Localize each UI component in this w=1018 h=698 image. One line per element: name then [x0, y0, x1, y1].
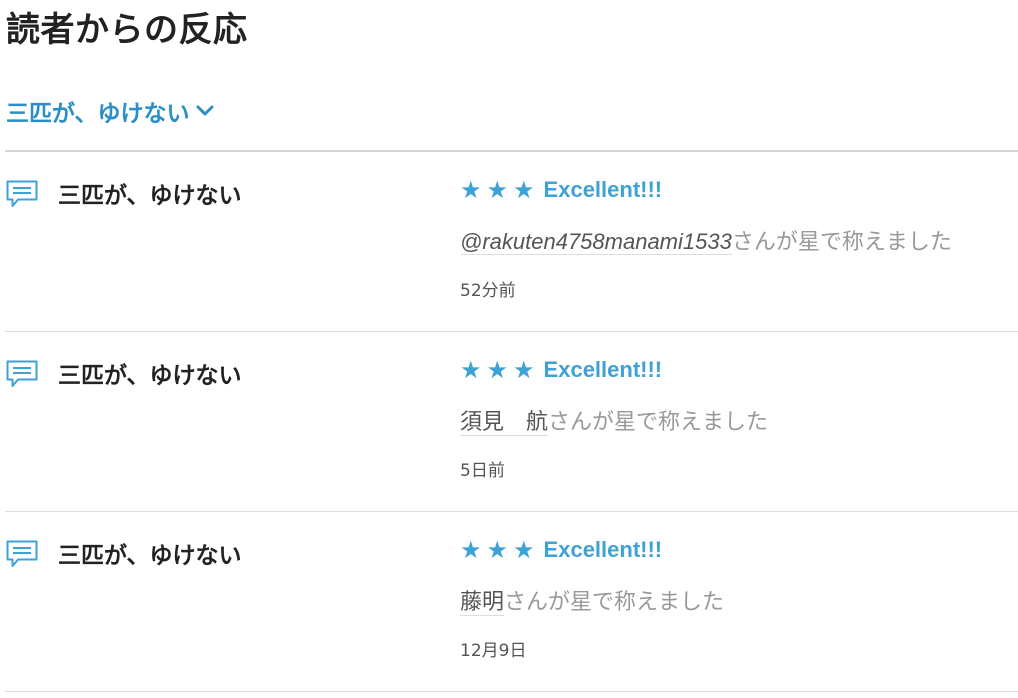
- praise-action: さんが星で称えました: [548, 410, 769, 435]
- praise-text: 藤明さんが星で称えました: [460, 584, 724, 616]
- entry-title-link[interactable]: 三匹が、ゆけない: [58, 356, 242, 390]
- user-link[interactable]: 藤明: [460, 590, 505, 616]
- timestamp: 52分前: [460, 281, 516, 301]
- star-icons: ★★★: [460, 536, 540, 564]
- entry-filter-label: 三匹が、ゆけない: [6, 101, 190, 127]
- star-rating: ★★★ Excellent!!!: [460, 356, 662, 384]
- star-rating: ★★★ Excellent!!!: [460, 536, 662, 564]
- timestamp: 5日前: [460, 461, 505, 481]
- page-title: 読者からの反応: [6, 10, 248, 50]
- star-icons: ★★★: [460, 176, 540, 204]
- praise-text: 須見 航さんが星で称えました: [460, 404, 768, 436]
- praise-action: さんが星で称えました: [731, 230, 952, 255]
- reaction-item: 三匹が、ゆけない ★★★ Excellent!!! @rakuten4758ma…: [5, 152, 1018, 332]
- entry-title-link[interactable]: 三匹が、ゆけない: [58, 536, 242, 570]
- rating-label: Excellent!!!: [543, 537, 663, 562]
- star-icons: ★★★: [460, 356, 540, 384]
- comment-icon: [6, 540, 38, 568]
- user-link[interactable]: @rakuten4758manami1533: [460, 229, 732, 255]
- comment-icon: [6, 180, 38, 208]
- chevron-down-icon: [196, 105, 214, 117]
- entry-filter-dropdown[interactable]: 三匹が、ゆけない: [6, 94, 214, 128]
- reaction-list: 三匹が、ゆけない ★★★ Excellent!!! @rakuten4758ma…: [5, 152, 1018, 692]
- reaction-item: 三匹が、ゆけない ★★★ Excellent!!! 藤明さんが星で称えました 1…: [5, 512, 1018, 692]
- rating-label: Excellent!!!: [543, 357, 663, 382]
- entry-title-link[interactable]: 三匹が、ゆけない: [58, 176, 242, 210]
- star-rating: ★★★ Excellent!!!: [460, 176, 662, 204]
- timestamp: 12月9日: [460, 641, 527, 661]
- rating-label: Excellent!!!: [543, 177, 663, 202]
- praise-action: さんが星で称えました: [504, 590, 725, 615]
- reaction-item: 三匹が、ゆけない ★★★ Excellent!!! 須見 航さんが星で称えました…: [5, 332, 1018, 512]
- comment-icon: [6, 360, 38, 388]
- user-link[interactable]: 須見 航: [460, 410, 549, 436]
- praise-text: @rakuten4758manami1533さんが星で称えました: [460, 224, 952, 256]
